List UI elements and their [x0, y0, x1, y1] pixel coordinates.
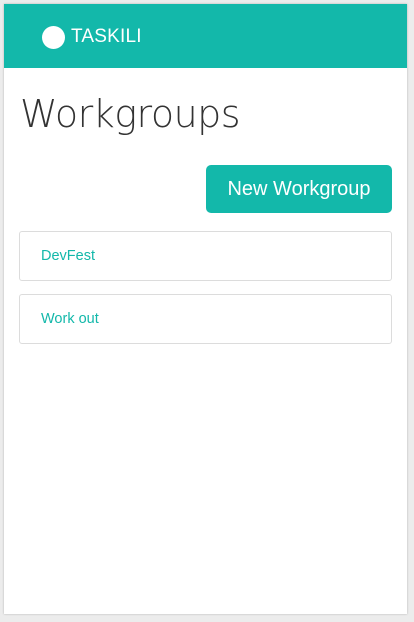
- circle-logo-icon: [42, 25, 65, 49]
- top-navbar: TASKILI: [4, 4, 407, 68]
- workgroup-item-label: DevFest: [41, 248, 95, 264]
- new-workgroup-button[interactable]: New Workgroup: [206, 165, 392, 213]
- page-title: Workgroups: [20, 92, 241, 136]
- workgroup-item-label: Work out: [41, 311, 99, 327]
- workgroup-item-devfest[interactable]: DevFest: [19, 231, 392, 281]
- brand-link[interactable]: TASKILI: [42, 24, 142, 50]
- workgroup-list: DevFest Work out: [19, 231, 392, 357]
- app-container: TASKILI Workgroups New Workgroup DevFest…: [4, 4, 407, 614]
- workgroup-item-work-out[interactable]: Work out: [19, 294, 392, 344]
- brand-name: TASKILI: [71, 26, 142, 47]
